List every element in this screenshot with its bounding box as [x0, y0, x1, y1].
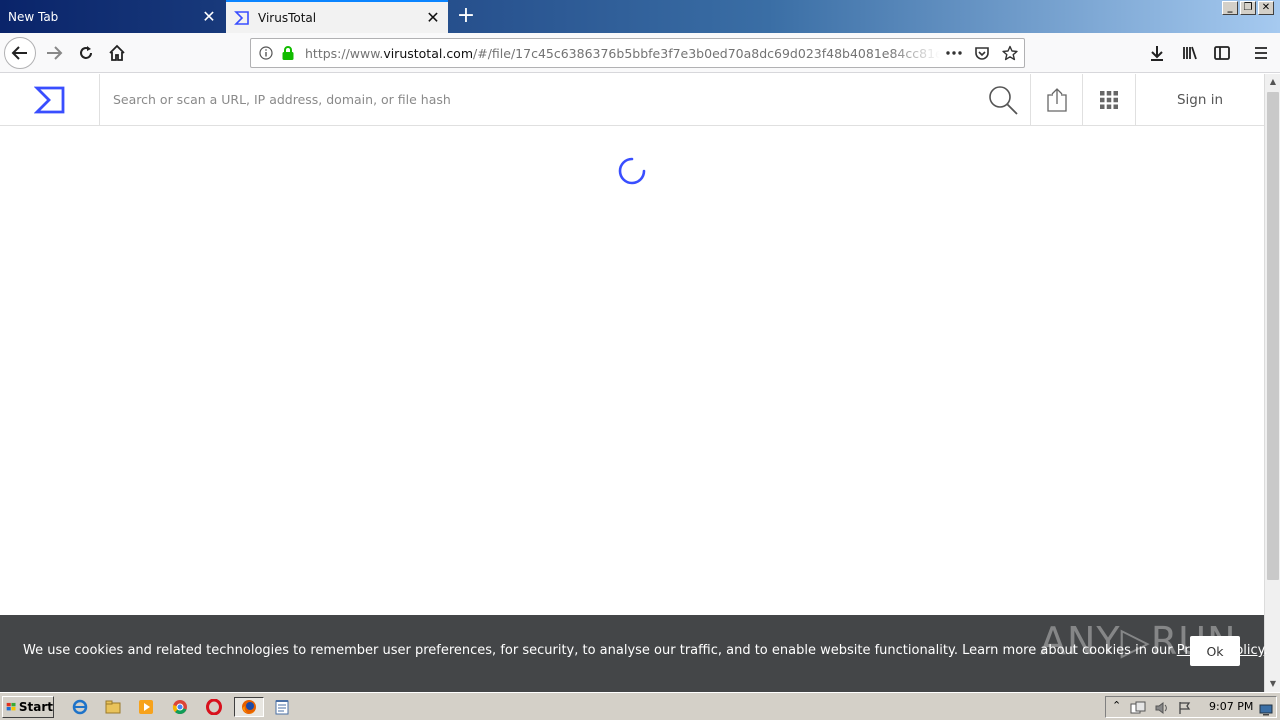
arrow-left-icon: [11, 46, 27, 60]
lock-icon[interactable]: [277, 42, 299, 64]
tab-label: VirusTotal: [258, 10, 317, 25]
cookie-message: We use cookies and related technologies …: [23, 643, 1177, 658]
restore-icon[interactable]: ❐: [1240, 1, 1256, 15]
reload-button[interactable]: [70, 37, 102, 69]
volume-icon[interactable]: [1154, 700, 1170, 719]
show-desktop-icon[interactable]: [1259, 701, 1273, 720]
sidebar-icon: [1214, 46, 1230, 60]
tab-label: New Tab: [8, 9, 59, 24]
firefox-icon: [242, 700, 256, 714]
search-input[interactable]: [101, 74, 1030, 125]
cookie-banner: ANY▷RUN We use cookies and related techn…: [0, 615, 1268, 692]
url-text: https://www.virustotal.com/#/file/17c45c…: [305, 46, 940, 61]
chrome-icon[interactable]: [169, 697, 191, 717]
sign-in-button[interactable]: Sign in: [1135, 74, 1264, 125]
scrollbar-thumb[interactable]: [1267, 92, 1279, 580]
arrow-right-icon: [47, 46, 63, 60]
firefox-taskbar-button[interactable]: [234, 697, 264, 717]
tab-new-tab[interactable]: New Tab ✕: [0, 0, 224, 33]
back-button[interactable]: [4, 37, 36, 69]
home-button[interactable]: [101, 37, 133, 69]
scroll-up-arrow-icon[interactable]: ▲: [1266, 74, 1280, 90]
start-button[interactable]: Start: [2, 696, 54, 718]
navigation-toolbar: https://www.virustotal.com/#/file/17c45c…: [0, 33, 1280, 73]
flag-icon[interactable]: [1178, 700, 1192, 719]
url-path: /#/file/17c45c6386376b5bbfe3f7e3b0ed70a8…: [473, 45, 940, 61]
virustotal-logo-icon: [33, 86, 64, 113]
grid-icon: [1100, 90, 1118, 109]
window-controls: _ ❐ ✕: [1222, 1, 1274, 15]
internet-explorer-icon[interactable]: [69, 697, 91, 717]
library-icon: [1183, 46, 1197, 60]
minimize-icon[interactable]: _: [1222, 1, 1238, 15]
apps-grid-button[interactable]: [1082, 74, 1135, 125]
windows-logo-icon: [6, 702, 16, 711]
scroll-down-arrow-icon[interactable]: ▼: [1266, 676, 1280, 692]
pocket-icon[interactable]: [968, 39, 996, 67]
loading-spinner-icon: [617, 156, 647, 186]
library-button[interactable]: [1174, 37, 1206, 69]
url-domain: virustotal.com: [383, 45, 474, 61]
upload-icon: [1046, 87, 1067, 112]
close-window-icon[interactable]: ✕: [1258, 1, 1274, 15]
close-tab-icon[interactable]: ✕: [194, 7, 224, 26]
download-icon: [1151, 46, 1163, 61]
cookie-ok-button[interactable]: Ok: [1190, 636, 1240, 666]
system-tray: ⌃ 9:07 PM: [1105, 696, 1277, 718]
cookie-message-end: .: [1263, 643, 1268, 658]
page-actions-icon[interactable]: [940, 39, 968, 67]
tab-strip: New Tab ✕ VirusTotal ✕ + _ ❐ ✕: [0, 0, 1280, 33]
new-tab-plus-icon[interactable]: +: [452, 3, 480, 29]
cookie-text: We use cookies and related technologies …: [23, 643, 1268, 658]
file-explorer-icon[interactable]: [102, 697, 124, 717]
action-center-icon[interactable]: [1130, 700, 1146, 719]
menu-button[interactable]: [1245, 37, 1277, 69]
virustotal-logo[interactable]: [0, 74, 100, 125]
upload-button[interactable]: [1030, 74, 1082, 125]
clock[interactable]: 9:07 PM: [1209, 700, 1253, 713]
home-icon: [109, 44, 125, 61]
vertical-scrollbar[interactable]: ▲ ▼: [1264, 74, 1280, 692]
notepad-icon[interactable]: [271, 697, 293, 717]
virustotal-header: Sign in: [0, 74, 1264, 126]
sidebar-button[interactable]: [1206, 37, 1238, 69]
opera-icon[interactable]: [203, 697, 225, 717]
address-bar[interactable]: https://www.virustotal.com/#/file/17c45c…: [250, 38, 1025, 68]
virustotal-favicon-icon: [234, 10, 250, 26]
media-player-icon[interactable]: [135, 697, 157, 717]
downloads-button[interactable]: [1141, 37, 1173, 69]
forward-button[interactable]: [38, 37, 70, 69]
start-label: Start: [18, 700, 53, 714]
url-prefix: https://www.: [305, 45, 384, 61]
windows-taskbar: Start ⌃ 9:07 PM: [0, 692, 1280, 720]
tab-virustotal[interactable]: VirusTotal ✕: [226, 0, 448, 33]
info-icon[interactable]: [255, 42, 277, 64]
close-tab-icon[interactable]: ✕: [418, 8, 448, 27]
reload-icon: [80, 46, 92, 59]
bookmark-star-icon[interactable]: [996, 39, 1024, 67]
search-icon[interactable]: [986, 84, 1020, 116]
show-hidden-icons-icon[interactable]: ⌃: [1112, 699, 1121, 712]
hamburger-menu-icon: [1255, 47, 1267, 59]
